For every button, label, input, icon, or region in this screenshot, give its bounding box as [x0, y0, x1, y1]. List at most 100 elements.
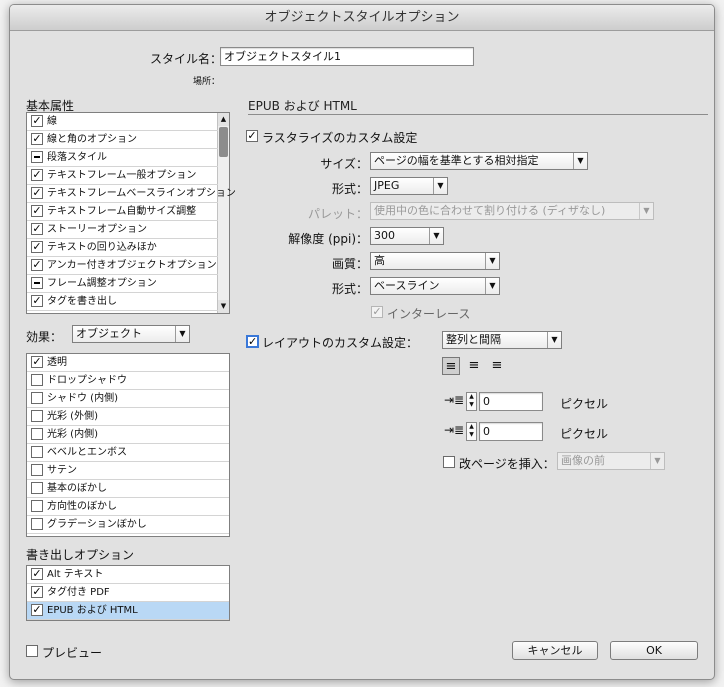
format-dropdown[interactable]: JPEG ▼	[370, 177, 448, 195]
layout-value: 整列と間隔	[446, 333, 501, 346]
basic-attribute-row[interactable]: フレーム調整オプション	[27, 275, 218, 293]
basic-attribute-checkbox[interactable]: ✓	[31, 187, 43, 199]
effect-row[interactable]: ベベルとエンボス	[27, 444, 229, 462]
basic-attribute-checkbox[interactable]: ✓	[31, 259, 43, 271]
basic-attribute-checkbox[interactable]: ✓	[31, 205, 43, 217]
basic-attribute-label: テキストフレーム自動サイズ調整	[47, 206, 197, 217]
ok-button[interactable]: OK	[610, 641, 698, 660]
effect-label: グラデーションぼかし	[47, 519, 147, 530]
preview-checkbox[interactable]	[26, 645, 38, 657]
effect-row[interactable]: サテン	[27, 462, 229, 480]
style-name-label: スタイル名：	[150, 52, 223, 66]
section-divider	[248, 114, 708, 115]
effect-label: 方向性のぼかし	[47, 501, 117, 512]
effect-checkbox[interactable]: ✓	[31, 356, 43, 368]
export-option-checkbox[interactable]: ✓	[31, 586, 43, 598]
effect-row[interactable]: 方向性のぼかし	[27, 498, 229, 516]
export-option-label: タグ付き PDF	[47, 587, 110, 598]
space-after-icon: ⇥≣	[444, 423, 465, 437]
dialog-title: オブジェクトスタイルオプション	[10, 5, 714, 31]
basic-attribute-checkbox[interactable]: ✓	[31, 241, 43, 253]
effect-row[interactable]: 光彩 (外側)	[27, 408, 229, 426]
basic-attribute-row[interactable]: ✓ テキストの回り込みほか	[27, 239, 218, 257]
space-after-stepper[interactable]: ▲ ▼	[466, 422, 477, 441]
layout-checkbox[interactable]: ✓	[246, 335, 259, 348]
effect-checkbox[interactable]	[31, 482, 43, 494]
align-right-icon[interactable]: ≡	[488, 357, 506, 375]
basic-attribute-label: テキストの回り込みほか	[47, 242, 157, 253]
export-option-row[interactable]: ✓ EPUB および HTML	[27, 602, 229, 620]
chevron-down-icon: ▼	[175, 326, 189, 342]
effect-checkbox[interactable]	[31, 428, 43, 440]
style-name-input[interactable]: オブジェクトスタイル1	[220, 47, 474, 66]
effect-row[interactable]: グラデーションぼかし	[27, 516, 229, 534]
effect-row[interactable]: シャドウ (内側)	[27, 390, 229, 408]
dialog: オブジェクトスタイルオプション スタイル名： オブジェクトスタイル1 場所： 基…	[9, 4, 715, 680]
layout-label: レイアウトのカスタム設定：	[262, 336, 419, 350]
scroll-thumb[interactable]	[219, 127, 228, 157]
interlace-checkbox: ✓	[371, 305, 383, 318]
effect-row[interactable]: 光彩 (内側)	[27, 426, 229, 444]
effect-row[interactable]: ドロップシャドウ	[27, 372, 229, 390]
basic-attribute-row[interactable]: ✓ テキストフレーム一般オプション	[27, 167, 218, 185]
basic-attribute-row[interactable]: ✓ ストーリーオプション	[27, 221, 218, 239]
basic-attribute-checkbox[interactable]	[31, 151, 43, 163]
effect-label: ドロップシャドウ	[47, 375, 127, 386]
export-options-header: 書き出しオプション	[26, 548, 135, 562]
effect-row[interactable]: 基本のぼかし	[27, 480, 229, 498]
resolution-dropdown[interactable]: 300 ▼	[370, 227, 444, 245]
rasterize-checkbox[interactable]: ✓	[246, 130, 258, 142]
space-before-input[interactable]: 0	[479, 392, 543, 411]
effect-checkbox[interactable]	[31, 410, 43, 422]
chevron-down-icon: ▼	[650, 453, 664, 469]
basic-attribute-checkbox[interactable]: ✓	[31, 115, 43, 127]
basic-attribute-checkbox[interactable]: ✓	[31, 295, 43, 307]
quality-dropdown[interactable]: 高 ▼	[370, 252, 500, 270]
export-option-label: EPUB および HTML	[47, 605, 138, 616]
effect-checkbox[interactable]	[31, 446, 43, 458]
effects-dropdown[interactable]: オブジェクト ▼	[72, 325, 190, 343]
method-dropdown[interactable]: ベースライン ▼	[370, 277, 500, 295]
size-dropdown[interactable]: ページの幅を基準とする相対指定 ▼	[370, 152, 588, 170]
basic-attribute-checkbox[interactable]: ✓	[31, 133, 43, 145]
cancel-button[interactable]: キャンセル	[512, 641, 598, 660]
effect-label: シャドウ (内側)	[47, 393, 118, 404]
export-option-row[interactable]: ✓ タグ付き PDF	[27, 584, 229, 602]
page-break-checkbox[interactable]	[443, 456, 455, 468]
basic-attribute-row[interactable]: ✓ アンカー付きオブジェクトオプション	[27, 257, 218, 275]
export-option-checkbox[interactable]: ✓	[31, 568, 43, 580]
effect-checkbox[interactable]	[31, 500, 43, 512]
basic-attribute-checkbox[interactable]: ✓	[31, 223, 43, 235]
effect-label: ベベルとエンボス	[47, 447, 127, 458]
basic-attribute-row[interactable]: ✓ 線	[27, 113, 218, 131]
export-option-row[interactable]: ✓ Alt テキスト	[27, 566, 229, 584]
basic-attributes-scrollbar[interactable]: ▲ ▼	[217, 113, 229, 313]
basic-attribute-label: タグを書き出し	[47, 296, 117, 307]
chevron-down-icon: ▼	[485, 278, 499, 294]
chevron-down-icon: ▼	[573, 153, 587, 169]
export-option-checkbox[interactable]: ✓	[31, 604, 43, 616]
space-before-stepper[interactable]: ▲ ▼	[466, 392, 477, 411]
effect-checkbox[interactable]	[31, 392, 43, 404]
align-left-icon[interactable]: ≡	[442, 357, 460, 375]
effect-checkbox[interactable]	[31, 374, 43, 386]
basic-attribute-checkbox[interactable]: ✓	[31, 169, 43, 181]
basic-attributes-list: ▲ ▼ ✓ 線 ✓ 線と角のオプション 段落スタイル ✓ テキストフレーム一般オプション ✓ テ…	[26, 112, 236, 314]
effect-label: 基本のぼかし	[47, 483, 107, 494]
scroll-up-icon[interactable]: ▲	[218, 113, 229, 126]
basic-attribute-checkbox[interactable]	[31, 277, 43, 289]
basic-attribute-row[interactable]: ✓ タグを書き出し	[27, 293, 218, 311]
effect-checkbox[interactable]	[31, 518, 43, 530]
basic-attribute-row[interactable]: ✓ テキストフレームベースラインオプション	[27, 185, 236, 203]
scroll-down-icon[interactable]: ▼	[218, 300, 229, 313]
basic-attribute-row[interactable]: ✓ 線と角のオプション	[27, 131, 218, 149]
align-center-icon[interactable]: ≡	[465, 357, 483, 375]
basic-attribute-row[interactable]: 段落スタイル	[27, 149, 218, 167]
effect-row[interactable]: ✓ 透明	[27, 354, 229, 372]
quality-value: 高	[374, 254, 385, 267]
space-after-input[interactable]: 0	[479, 422, 543, 441]
effect-checkbox[interactable]	[31, 464, 43, 476]
layout-dropdown[interactable]: 整列と間隔 ▼	[442, 331, 562, 349]
basic-attribute-row[interactable]: ✓ テキストフレーム自動サイズ調整	[27, 203, 218, 221]
page-break-value: 画像の前	[561, 454, 605, 467]
